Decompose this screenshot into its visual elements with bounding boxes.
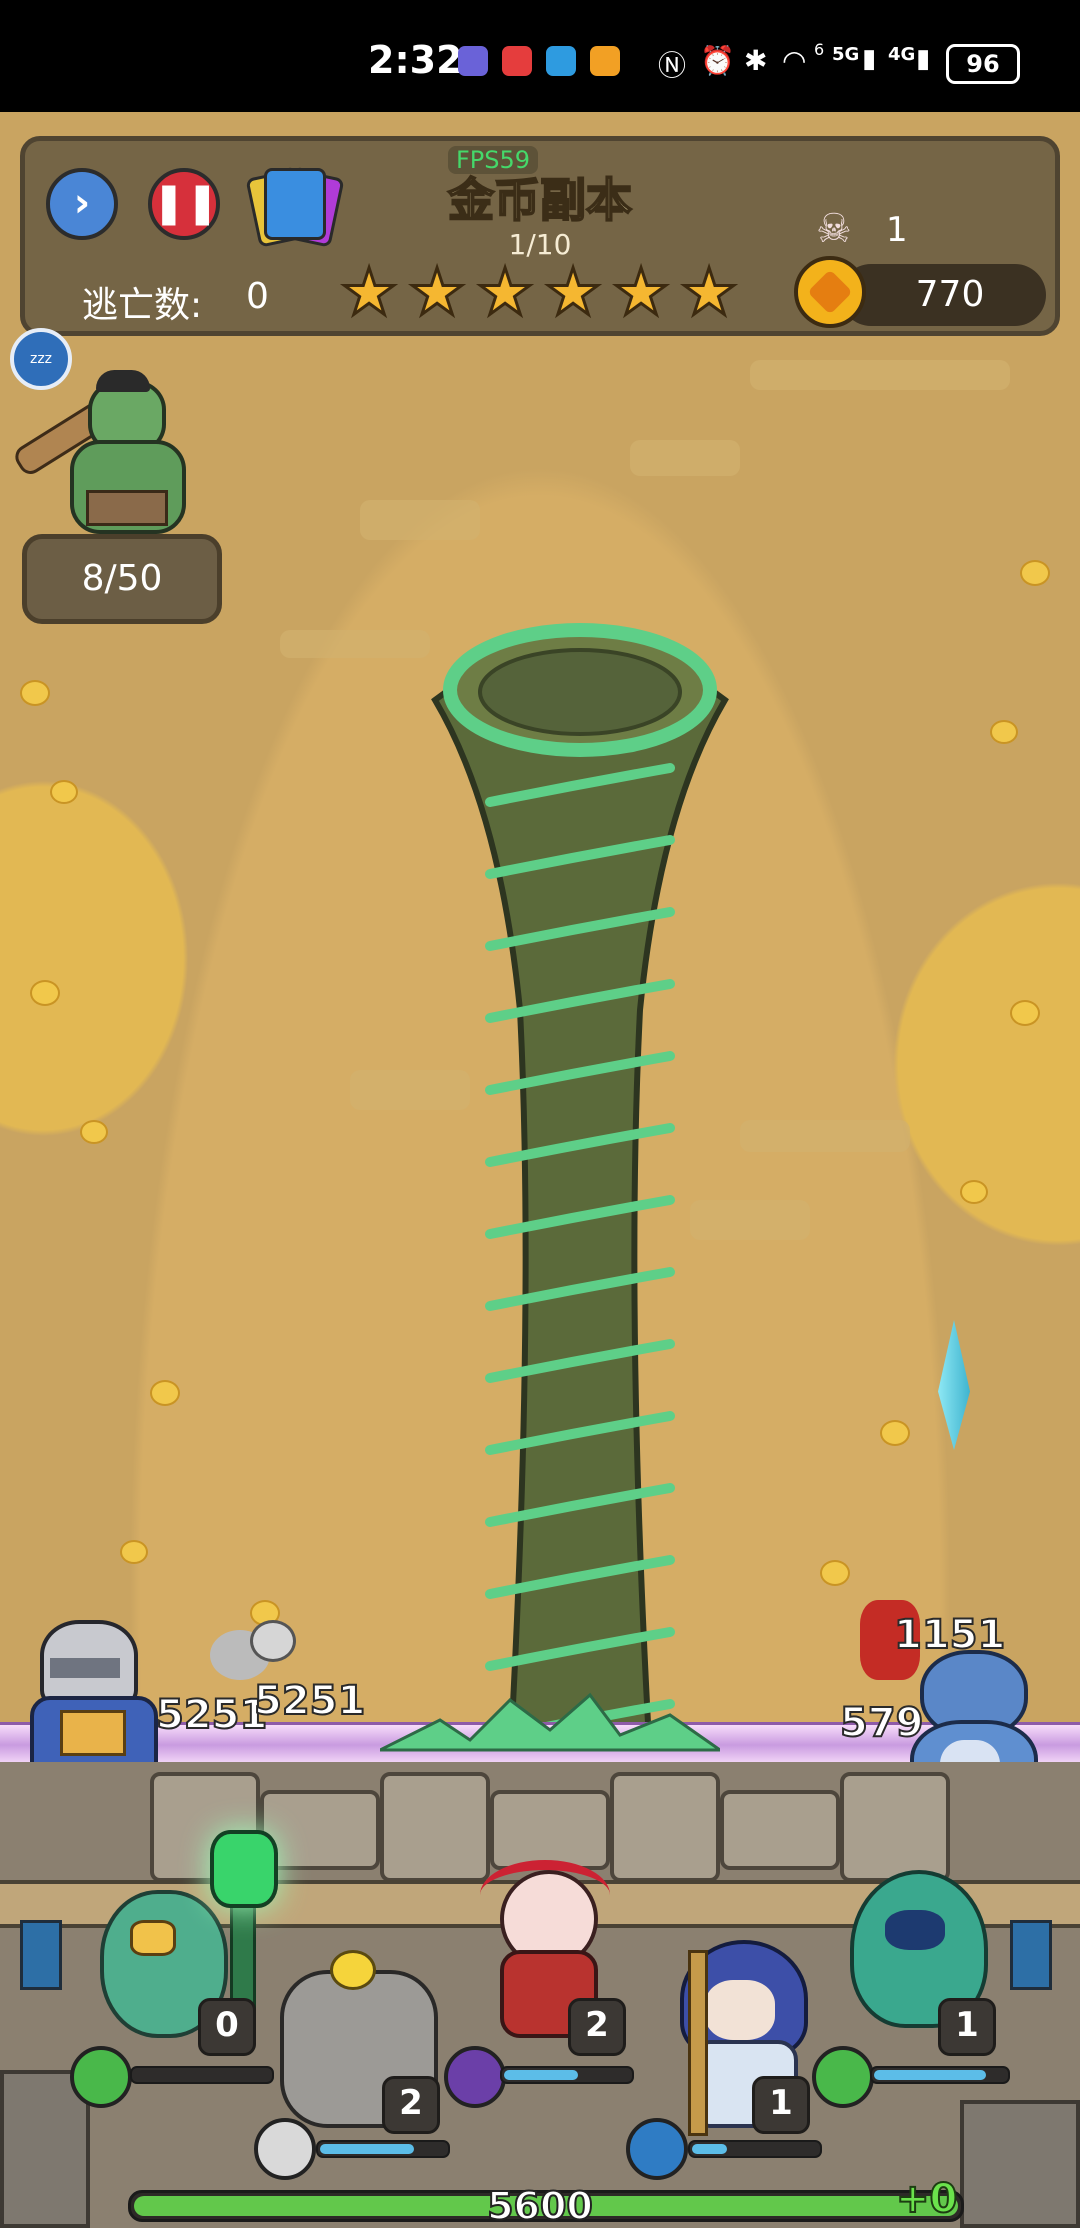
hero-level-badge: 2 [382, 2076, 440, 2134]
star-icon: ★ [679, 256, 739, 330]
hero-skill-bar-fill [874, 2070, 986, 2080]
hero-skill-bar [316, 2140, 450, 2158]
claw-icon[interactable] [444, 2046, 506, 2108]
weibo-notification-icon [590, 46, 620, 76]
network-label-5g: 5G [832, 44, 860, 65]
wifi-icon: ◠ [782, 44, 807, 77]
floor-brick [750, 360, 1010, 390]
coin-count: 770 [915, 274, 985, 315]
coin-pile [960, 1180, 988, 1204]
status-time: 2:32 [368, 38, 463, 82]
star-icon: ★ [611, 256, 671, 330]
pause-button[interactable]: ❚❚ [148, 168, 220, 240]
wall-block [260, 1790, 380, 1870]
play-icon: › [73, 180, 91, 226]
hero-skill-bar-fill [504, 2070, 578, 2080]
coin-pile [120, 1540, 148, 1564]
play-speed-button[interactable]: › [46, 168, 118, 240]
base-hp-value: 5600 [486, 2183, 594, 2228]
wall-block [610, 1772, 720, 1882]
wall-block [720, 1790, 840, 1870]
hero-level-badge: 2 [568, 1998, 626, 2056]
crystal-icon[interactable] [626, 2118, 688, 2180]
nfc-icon: Ⓝ [658, 49, 687, 82]
orc-enemy-portrait [10, 370, 210, 550]
wall-block [490, 1790, 610, 1870]
coin-pile [1010, 1000, 1040, 1026]
floor-brick [630, 440, 740, 476]
coin-icon [794, 256, 866, 328]
wall-banner [1010, 1920, 1052, 1990]
cards-button[interactable] [245, 166, 345, 248]
cards-icon [264, 168, 326, 240]
ice-mage-staff [688, 1950, 708, 2136]
damage-number: 579 [839, 1699, 924, 1747]
coin-pile [820, 1560, 850, 1586]
news-notification-icon [502, 46, 532, 76]
battery-icon: 96 [946, 44, 1020, 84]
tornado-skill-effect [431, 623, 729, 1763]
coin-pile [80, 1120, 108, 1144]
emerald-staff-gem [210, 1830, 278, 1908]
star-icon: ★ [543, 256, 603, 330]
status-bar: 2:32 Ⓝ ⏰ ✱ ◠ 6 5G ▮ 4G ▮ 96 [0, 0, 1080, 112]
bluetooth-icon: ✱ [744, 44, 768, 77]
kill-count: 1 [886, 210, 908, 250]
star-icon: ★ [407, 256, 467, 330]
damage-number: 1151 [893, 1611, 1006, 1659]
stage-title: 金币副本 [447, 172, 633, 228]
tornado-icon[interactable] [812, 2046, 874, 2108]
damage-number: 5251 [155, 1691, 268, 1739]
hero-skill-bar [130, 2066, 274, 2084]
browser-notification-icon [546, 46, 576, 76]
floor-brick [360, 500, 480, 540]
skull-bones-remains [200, 1600, 296, 1680]
coin-pile [150, 1380, 180, 1406]
network-label-4g: 4G [888, 44, 916, 65]
pause-icon: ❚❚ [152, 180, 220, 226]
sleep-label: zzz [29, 351, 53, 367]
wifi-badge: 6 [814, 40, 825, 59]
floor-brick [280, 630, 430, 658]
wind-icon[interactable] [70, 2046, 132, 2108]
coin-pile [50, 780, 78, 804]
escape-count: 0 [246, 276, 269, 317]
wave-counter: 1/10 [508, 228, 572, 261]
wall-banner [20, 1920, 62, 1990]
hero-skill-bar-fill [692, 2144, 727, 2154]
coin-pile [20, 680, 50, 706]
hero-skill-bar [500, 2066, 634, 2084]
escape-label: 逃亡数: [82, 285, 203, 326]
damage-number: 5251 [253, 1677, 366, 1725]
skull-icon: ☠ [816, 206, 852, 252]
coin-pile [30, 980, 60, 1006]
signal-icon-2: ▮ [916, 44, 931, 74]
base-pillar [960, 2100, 1080, 2228]
base-hp-delta: +0 [895, 2175, 958, 2223]
signal-icon: ▮ [862, 44, 877, 74]
enemy-count-box: 8/50 [22, 534, 222, 624]
hero-level-badge: 0 [198, 1998, 256, 2056]
hero-level-badge: 1 [938, 1998, 996, 2056]
star-icon: ★ [339, 256, 399, 330]
hero-skill-bar [870, 2066, 1010, 2084]
coin-pile [1020, 560, 1050, 586]
star-icon: ★ [475, 256, 535, 330]
hero-level-badge: 1 [752, 2076, 810, 2134]
hero-skill-bar [688, 2140, 822, 2158]
rock-icon[interactable] [254, 2118, 316, 2180]
alarm-icon: ⏰ [700, 44, 735, 77]
coin-pile [990, 720, 1018, 744]
tornado-base-splash [379, 1690, 725, 1760]
coin-pile [880, 1420, 910, 1446]
hero-skill-bar-fill [320, 2144, 414, 2154]
floor-brick [740, 1120, 910, 1152]
app-notification-icon [458, 46, 488, 76]
